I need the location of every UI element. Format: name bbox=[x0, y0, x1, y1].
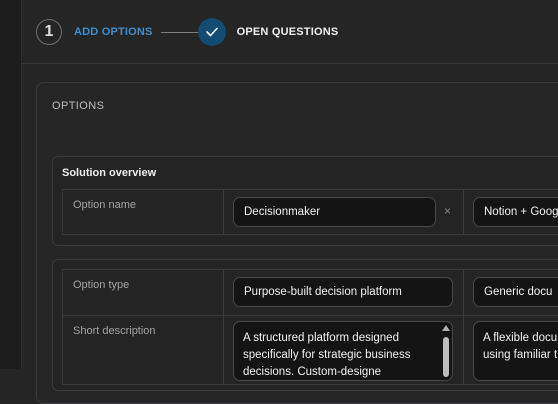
option-type-label: Option type bbox=[73, 279, 130, 291]
remove-option-icon[interactable]: × bbox=[444, 204, 451, 218]
option-name-label: Option name bbox=[73, 199, 136, 211]
short-description-textarea-1[interactable]: A structured platform designed specifica… bbox=[233, 321, 453, 381]
step-connector bbox=[160, 31, 198, 33]
short-description-label: Short description bbox=[73, 325, 156, 337]
scrollbar-thumb[interactable] bbox=[443, 337, 449, 377]
option-type-input-2[interactable]: Generic docu bbox=[473, 277, 558, 307]
option-type-input-1[interactable]: Purpose-built decision platform bbox=[233, 277, 453, 307]
step-1-number[interactable]: 1 bbox=[36, 19, 62, 45]
step-2-label[interactable]: OPEN QUESTIONS bbox=[237, 26, 339, 38]
solution-overview-title: Solution overview bbox=[62, 167, 157, 179]
option-name-input-2[interactable]: Notion + Goog bbox=[473, 197, 558, 227]
scroll-up-arrow-icon[interactable] bbox=[442, 325, 450, 331]
option-name-input-1[interactable]: Decisionmaker bbox=[233, 197, 436, 227]
step-1-label[interactable]: ADD OPTIONS bbox=[74, 26, 153, 38]
options-title: OPTIONS bbox=[52, 100, 105, 112]
left-sidebar-strip bbox=[0, 0, 22, 369]
short-description-textarea-2[interactable]: A flexible docu using familiar t bbox=[473, 321, 558, 381]
check-icon[interactable] bbox=[197, 18, 226, 46]
stepper: 1 ADD OPTIONS OPEN QUESTIONS bbox=[36, 18, 338, 46]
textarea-scrollbar[interactable] bbox=[442, 325, 450, 377]
header-divider bbox=[21, 63, 558, 64]
